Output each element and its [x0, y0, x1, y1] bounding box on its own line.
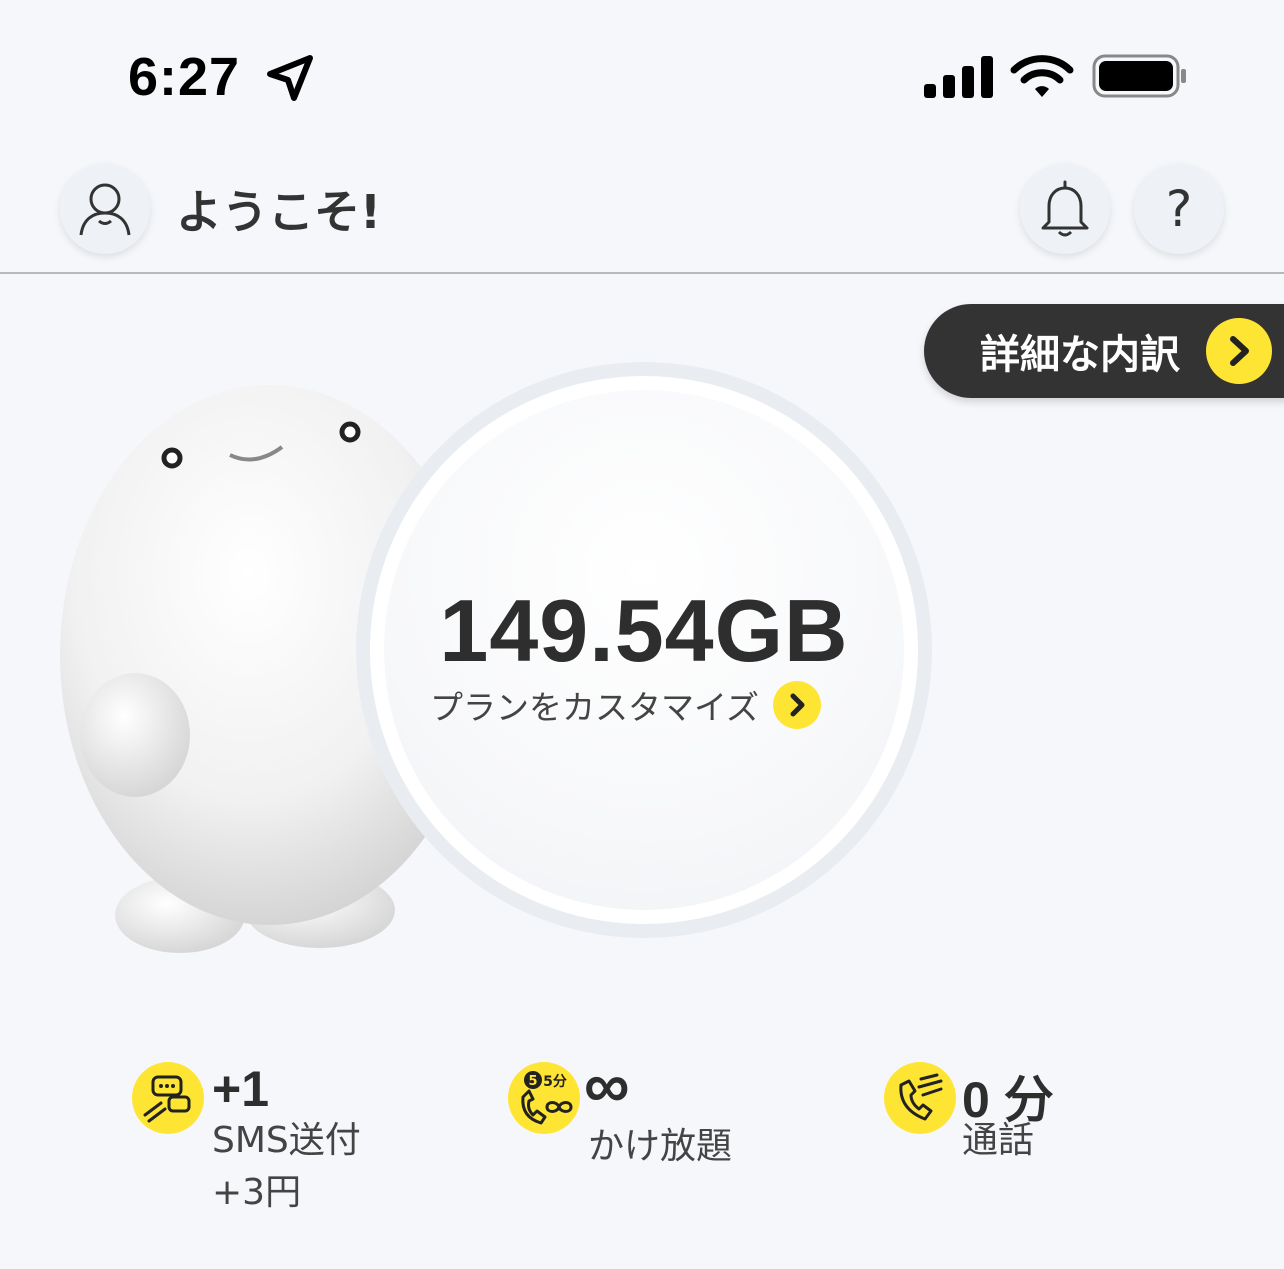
- details-label: 詳細な内訳: [980, 332, 1180, 378]
- five-min-call-label: かけ放題: [588, 1126, 733, 1167]
- home-screen: 6:27 ようこそ! ? 詳細な内訳 149.54GB プランをカスタマイズ +…: [0, 0, 1284, 1269]
- sms-stat-price: +3円: [212, 1172, 302, 1213]
- call-minutes-label: 通話: [962, 1120, 1035, 1161]
- chevron-right-icon: [1206, 318, 1272, 384]
- location-arrow-icon: [267, 55, 313, 101]
- data-amount: 149.54GB: [439, 581, 849, 680]
- phone-call-icon: [884, 1062, 956, 1134]
- customize-plan-link[interactable]: プランをカスタマイズ: [430, 680, 822, 730]
- user-icon: [79, 183, 131, 236]
- five-min-call-icon: 5 5分: [508, 1062, 580, 1134]
- five-min-badge: 5分: [543, 1074, 567, 1090]
- sms-stat-label: SMS送付: [212, 1120, 361, 1161]
- sms-icon: [132, 1062, 204, 1134]
- five-min-call-value: ∞: [584, 1049, 630, 1121]
- chevron-right-icon: [773, 681, 822, 729]
- details-button[interactable]: 詳細な内訳: [924, 304, 1284, 398]
- battery-icon: [1092, 54, 1186, 98]
- profile-button[interactable]: [60, 164, 150, 254]
- wifi-icon: [1010, 55, 1074, 97]
- status-time: 6:27: [128, 47, 241, 107]
- welcome-text: ようこそ!: [176, 185, 381, 239]
- help-button[interactable]: ?: [1134, 164, 1224, 254]
- app-header: ようこそ! ?: [0, 140, 1284, 274]
- svg-text:5: 5: [528, 1074, 537, 1089]
- customize-plan-label: プランをカスタマイズ: [430, 688, 760, 727]
- notifications-button[interactable]: [1020, 164, 1110, 254]
- help-label: ?: [1165, 180, 1193, 238]
- sms-stat-value: +1: [212, 1061, 270, 1117]
- cellular-signal-icon: [924, 56, 993, 98]
- bell-icon: [1041, 180, 1089, 237]
